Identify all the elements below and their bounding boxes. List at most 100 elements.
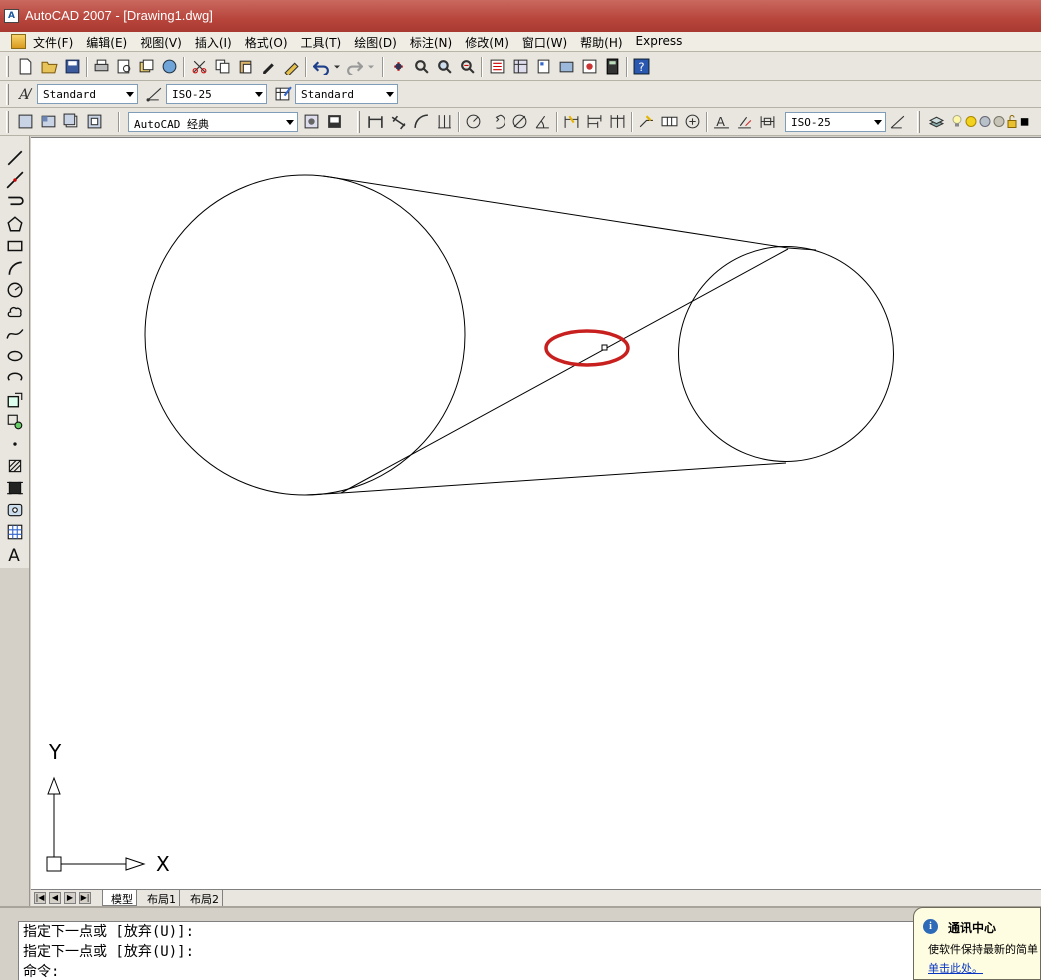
workspace-settings-icon[interactable] [302, 112, 321, 131]
top-tangent-line-end[interactable] [787, 247, 817, 251]
layer-manager-icon[interactable] [927, 112, 946, 131]
layer-plot-icon[interactable] [992, 112, 1006, 131]
chevron-down-icon[interactable] [386, 92, 394, 97]
workspace-select[interactable]: AutoCAD 经典 [128, 112, 298, 132]
ellipse-arc-icon[interactable] [5, 368, 25, 388]
bottom-tangent-line-start[interactable] [305, 492, 342, 496]
insert-block-icon[interactable] [5, 390, 25, 410]
polygon-icon[interactable] [5, 214, 25, 234]
first-tab-icon[interactable]: |◀ [34, 892, 46, 904]
large-circle[interactable] [144, 174, 466, 496]
diameter-dimension-icon[interactable] [510, 112, 529, 131]
text-style-icon[interactable]: A [16, 84, 35, 103]
print-preview-icon[interactable] [115, 57, 134, 76]
document-icon[interactable] [11, 34, 26, 49]
layer-thaw-sun-icon[interactable] [964, 112, 978, 131]
table-style-select[interactable]: Standard [295, 84, 398, 104]
circle-icon[interactable] [5, 280, 25, 300]
save-icon[interactable] [63, 57, 82, 76]
tab-model[interactable]: 模型 [102, 890, 137, 906]
aligned-dimension-icon[interactable] [389, 112, 408, 131]
command-prompt[interactable]: 命令: [23, 962, 1040, 980]
quick-leader-icon[interactable] [637, 112, 656, 131]
grip-marker[interactable] [601, 344, 608, 351]
toolbar-grip[interactable] [6, 56, 9, 77]
cross-tangent-line[interactable] [340, 248, 789, 494]
quickcalc-icon[interactable] [603, 57, 622, 76]
layer-lock-icon[interactable] [1005, 112, 1019, 131]
prev-tab-icon[interactable]: ◀ [49, 892, 61, 904]
small-circle[interactable] [678, 246, 894, 462]
point-icon[interactable] [5, 434, 25, 454]
hatch-icon[interactable] [5, 456, 25, 476]
print-icon[interactable] [92, 57, 111, 76]
sheet-set-manager-icon[interactable] [557, 57, 576, 76]
dim-style-current-select[interactable]: ISO-25 [785, 112, 886, 132]
dimension-edit-icon[interactable]: A [712, 112, 731, 131]
menu-file[interactable]: 文件(F) [33, 34, 80, 51]
tool-palettes-icon[interactable] [534, 57, 553, 76]
center-mark-icon[interactable] [683, 112, 702, 131]
pan-realtime-icon[interactable] [389, 57, 408, 76]
layer-color-swatch-icon[interactable] [1019, 112, 1031, 131]
menu-tools[interactable]: 工具(T) [301, 34, 349, 51]
last-tab-icon[interactable]: ▶| [79, 892, 91, 904]
table-style-icon[interactable] [274, 84, 293, 103]
multiline-text-icon[interactable]: A [5, 544, 25, 564]
top-tangent-line[interactable] [322, 175, 789, 249]
autocad-app-icon[interactable]: A [4, 9, 19, 23]
toolbar-grip[interactable] [6, 111, 9, 133]
dimension-style-manager-icon[interactable] [888, 112, 907, 131]
toolbar-grip[interactable] [6, 84, 9, 105]
markup-set-manager-icon[interactable] [580, 57, 599, 76]
angular-dimension-icon[interactable] [533, 112, 552, 131]
menu-help[interactable]: 帮助(H) [580, 34, 629, 51]
chevron-down-icon[interactable] [874, 120, 882, 125]
paste-icon[interactable] [236, 57, 255, 76]
layer-on-bulb-icon[interactable] [950, 112, 964, 131]
zoom-realtime-icon[interactable] [412, 57, 431, 76]
arc-icon[interactable] [5, 258, 25, 278]
menu-draw[interactable]: 绘图(D) [354, 34, 404, 51]
copy-icon[interactable] [213, 57, 232, 76]
chevron-down-icon[interactable] [286, 120, 294, 125]
baseline-dimension-icon[interactable] [585, 112, 604, 131]
cut-icon[interactable] [190, 57, 209, 76]
construction-line-icon[interactable] [5, 170, 25, 190]
dimension-text-edit-icon[interactable] [735, 112, 754, 131]
next-tab-icon[interactable]: ▶ [64, 892, 76, 904]
bottom-tangent-line[interactable] [340, 462, 787, 494]
radius-dimension-icon[interactable] [464, 112, 483, 131]
zoom-window-icon[interactable] [435, 57, 454, 76]
quick-dimension-icon[interactable] [562, 112, 581, 131]
properties-icon[interactable] [488, 57, 507, 76]
menu-express[interactable]: Express [636, 34, 690, 51]
dimension-update-icon[interactable] [758, 112, 777, 131]
table-icon[interactable] [5, 522, 25, 542]
polygonal-viewport-icon[interactable] [85, 112, 104, 131]
text-style-select[interactable]: Standard [37, 84, 138, 104]
ellipse-icon[interactable] [5, 346, 25, 366]
comms-link[interactable]: 单击此处。 [928, 960, 983, 976]
line-icon[interactable] [5, 148, 25, 168]
layout-viewport-icon[interactable] [16, 112, 35, 131]
ordinate-dimension-icon[interactable] [435, 112, 454, 131]
tab-layout2[interactable]: 布局2 [182, 890, 223, 906]
arc-length-icon[interactable] [412, 112, 431, 131]
undo-icon[interactable] [312, 57, 331, 76]
chevron-down-icon[interactable] [126, 92, 134, 97]
design-center-icon[interactable] [511, 57, 530, 76]
revision-cloud-icon[interactable] [5, 302, 25, 322]
jogged-dimension-icon[interactable] [487, 112, 506, 131]
help-icon[interactable]: ? [632, 57, 651, 76]
menu-insert[interactable]: 插入(I) [195, 34, 239, 51]
rectangle-icon[interactable] [5, 236, 25, 256]
3d-dwf-icon[interactable] [160, 57, 179, 76]
tolerance-icon[interactable] [660, 112, 679, 131]
single-viewport-icon[interactable] [62, 112, 81, 131]
toolbar-grip[interactable] [917, 111, 920, 133]
undo-dropdown-icon[interactable] [331, 57, 343, 76]
gradient-icon[interactable] [5, 478, 25, 498]
dim-style-select[interactable]: ISO-25 [166, 84, 267, 104]
match-properties-icon[interactable] [259, 57, 278, 76]
